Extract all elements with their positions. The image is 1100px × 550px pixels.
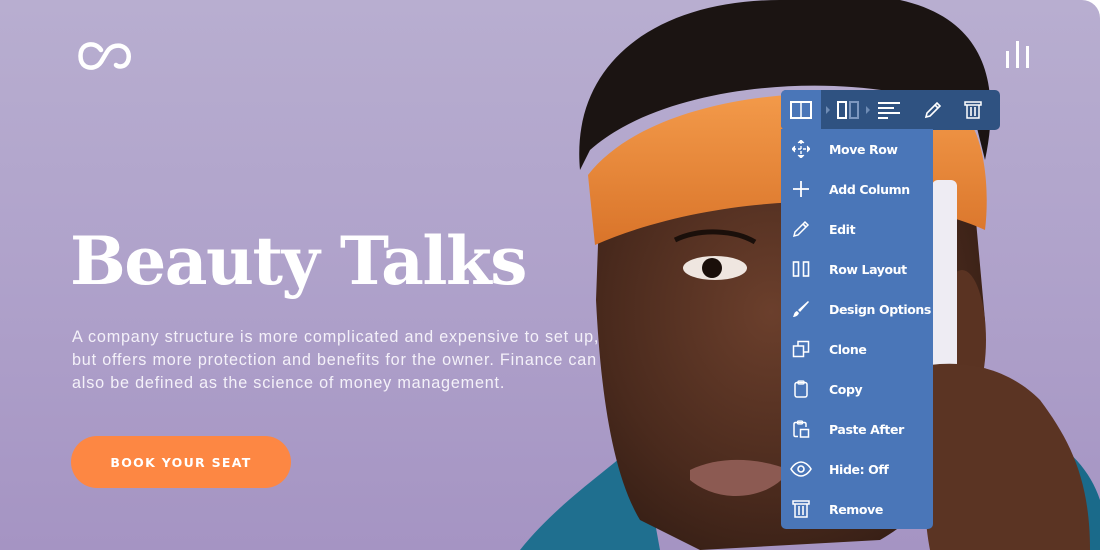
bars-menu-icon[interactable] (1004, 40, 1032, 68)
eye-icon (781, 449, 821, 489)
breadcrumb-separator (821, 90, 835, 130)
book-seat-button[interactable]: BOOK YOUR SEAT (71, 436, 291, 488)
menu-item-design-options[interactable]: Design Options (781, 289, 933, 329)
menu-item-label: Edit (829, 221, 856, 237)
breadcrumb-separator (861, 90, 875, 130)
menu-item-label: Hide: Off (829, 461, 889, 477)
hand (924, 363, 1090, 550)
page-title: Beauty Talks (70, 222, 527, 300)
pencil-icon (781, 209, 821, 249)
menu-item-label: Design Options (829, 301, 931, 317)
ear (938, 270, 986, 410)
column-icon (837, 101, 859, 119)
clipboard-icon (781, 369, 821, 409)
lips (690, 459, 790, 497)
menu-item-label: Copy (829, 381, 863, 397)
clone-icon (781, 329, 821, 369)
move-icon (781, 129, 821, 169)
paste-icon (781, 409, 821, 449)
menu-item-label: Add Column (829, 181, 910, 197)
menu-item-label: Paste After (829, 421, 904, 437)
trash-icon (781, 489, 821, 529)
shirt (520, 440, 660, 550)
hero-description: A company structure is more complicated … (72, 328, 600, 392)
shirt-right (1030, 430, 1100, 550)
row-layout-icon (781, 249, 821, 289)
edit-button[interactable] (913, 90, 953, 130)
stick (932, 180, 957, 370)
infinity-logo-icon[interactable] (76, 40, 132, 72)
text-align-left-icon (878, 102, 900, 119)
menu-item-label: Row Layout (829, 261, 907, 277)
plus-icon (781, 169, 821, 209)
hero-section: Beauty Talks A company structure is more… (0, 0, 1100, 550)
column-button[interactable] (835, 90, 861, 130)
menu-item-remove[interactable]: Remove (781, 489, 933, 529)
row-columns-button[interactable] (781, 90, 821, 130)
menu-item-hide[interactable]: Hide: Off (781, 449, 933, 489)
row-toolbar (781, 90, 1000, 130)
pencil-icon (924, 101, 942, 119)
menu-item-clone[interactable]: Clone (781, 329, 933, 369)
menu-item-row-layout[interactable]: Row Layout (781, 249, 933, 289)
menu-item-label: Remove (829, 501, 883, 517)
menu-item-paste-after[interactable]: Paste After (781, 409, 933, 449)
menu-item-label: Clone (829, 341, 867, 357)
text-align-button[interactable] (875, 90, 903, 130)
menu-item-add-column[interactable]: Add Column (781, 169, 933, 209)
trash-icon (964, 101, 982, 119)
menu-item-copy[interactable]: Copy (781, 369, 933, 409)
row-columns-icon (790, 101, 812, 119)
menu-item-edit[interactable]: Edit (781, 209, 933, 249)
delete-button[interactable] (953, 90, 993, 130)
row-context-menu: Move Row Add Column Edit Row Layout Desi… (781, 129, 933, 529)
brush-icon (781, 289, 821, 329)
menu-item-label: Move Row (829, 141, 898, 157)
menu-item-move-row[interactable]: Move Row (781, 129, 933, 169)
eye (683, 256, 747, 280)
